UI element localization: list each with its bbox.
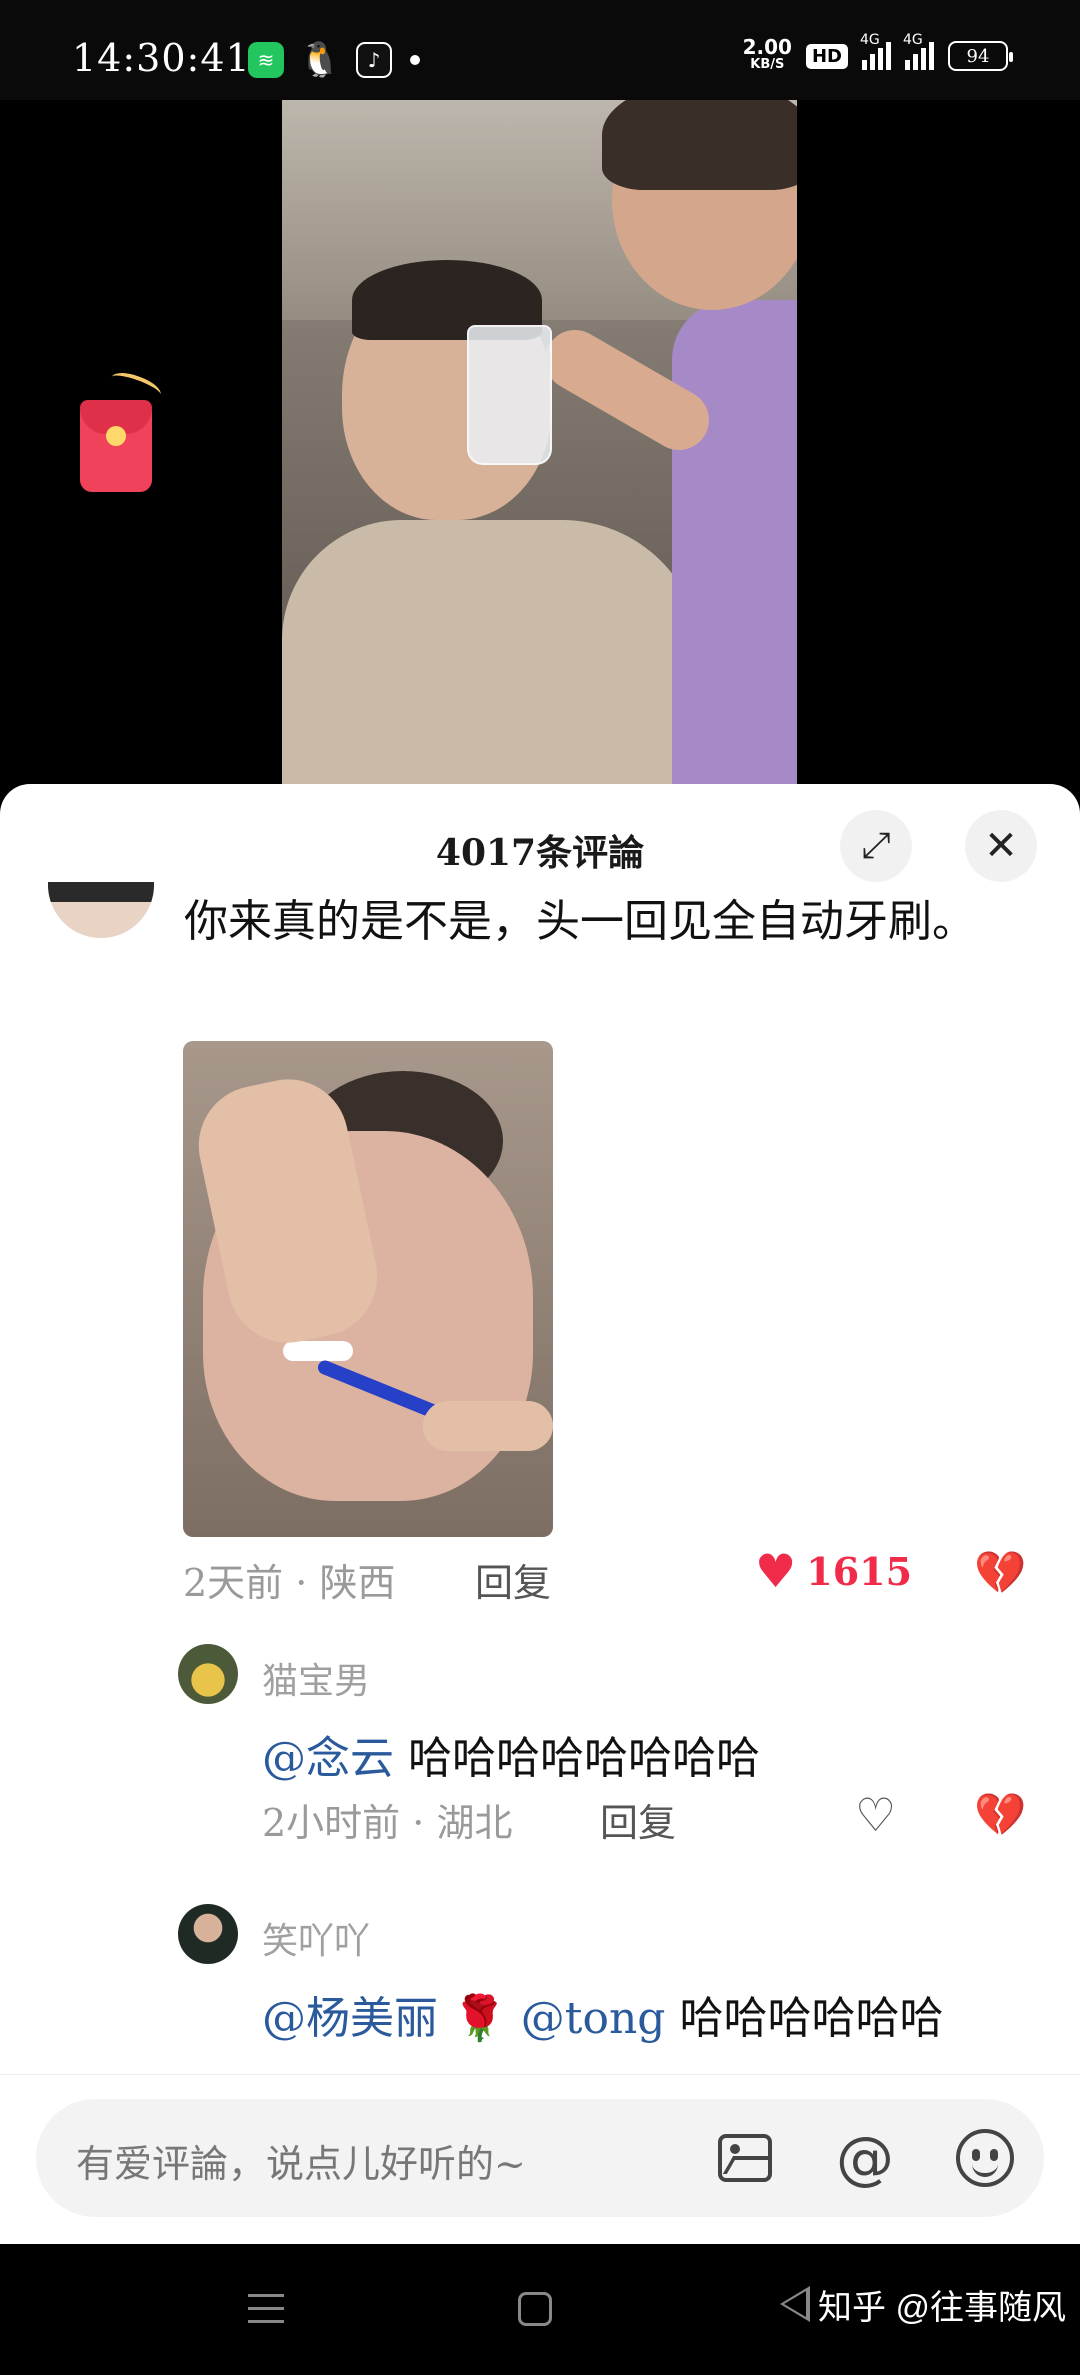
image-icon[interactable] [712,2125,778,2191]
notification-icons: ≋ 🐧 ♪ [248,40,420,80]
reply-text-2: @杨美丽 🌹 @tong 哈哈哈哈哈哈 [262,1982,943,2046]
red-packet-timer-arc [108,367,164,405]
battery-icon: 94 [948,41,1013,71]
comment-reply-button[interactable]: 回复 [475,1552,551,1607]
emoji-icon[interactable] [952,2125,1018,2191]
reply-location: 湖北 [436,1801,513,1845]
reply-mention[interactable]: @念云 [262,1733,394,1784]
tiktok-icon: ♪ [356,42,392,78]
reply-author-avatar[interactable] [178,1644,238,1704]
comment-location: 陕西 [319,1561,396,1605]
signal-icon-2: 4G [903,32,934,70]
expand-button[interactable]: ⤢ [840,810,912,882]
more-notifications-dot [410,55,420,65]
reply-time: 2小时前 [262,1801,401,1845]
status-time: 14:30:41 [72,36,251,80]
reply-mention-1[interactable]: @杨美丽 [262,1993,438,2044]
spotify-icon: ≋ [248,42,284,78]
hd-badge: HD [805,43,848,69]
comment-input-placeholder: 有爱评論，说点儿好听的~ [76,2142,526,2186]
comment-text: 你来真的是不是，头一回见全自动牙刷。 [184,896,976,947]
reply-meta: 2小时前 · 湖北 [262,1801,513,1845]
video-man-shirt [282,520,702,790]
reply-text: @念云 哈哈哈哈哈哈哈哈 [262,1722,760,1786]
reply-content-2: 哈哈哈哈哈哈 [679,1993,944,2044]
red-packet-icon[interactable] [80,400,152,492]
comment-meta: 2天前 · 陕西 [183,1561,396,1605]
signal-icon: 4G [860,32,891,70]
watermark: 知乎 @往事随风 [818,2289,1066,2327]
signal-label: 4G [860,32,880,48]
reply-author-name-2[interactable]: 笑吖吖 [262,1912,370,1964]
battery-level: 94 [966,45,990,67]
broken-heart-icon[interactable]: 💔 [974,1548,1026,1598]
comments-count-title: 4017条评論 [435,832,645,874]
reply-content: 哈哈哈哈哈哈哈哈 [408,1733,760,1784]
status-right: 2.00 KB/S HD 4G 4G 94 [743,32,1013,74]
heart-outline-icon[interactable]: ♡ [855,1788,896,1842]
heart-icon: ♥ [755,1544,797,1598]
comment-time: 2天前 [183,1561,284,1605]
system-nav-bar: 知乎 @往事随风 [0,2244,1080,2375]
video-woman-hair [602,100,797,190]
at-icon[interactable]: @ [832,2124,898,2192]
video-woman-body [672,300,797,790]
comments-sheet: 4017条评論 ⤢ ✕ 你来真的是不是，头一回见全自动牙刷。 2天前 · 陕西 … [0,784,1080,2244]
expand-icon: ⤢ [861,825,891,866]
broken-heart-icon[interactable]: 💔 [974,1790,1026,1840]
comment-image[interactable] [183,1041,553,1537]
home-icon[interactable] [518,2292,552,2326]
comment-input-bar: 有爱评論，说点儿好听的~ @ [0,2074,1080,2244]
comment-like-count: 1615 [806,1548,913,1594]
reply-author-avatar-2[interactable] [178,1904,238,1964]
video-player[interactable] [282,100,797,790]
close-icon: ✕ [984,823,1018,869]
qq-icon: 🐧 [298,40,342,80]
comment-like-button[interactable]: ♥ 1615 [755,1548,912,1594]
signal-label-2: 4G [903,32,923,48]
video-glass [467,325,552,465]
close-button[interactable]: ✕ [965,810,1037,882]
back-icon[interactable] [780,2286,810,2322]
comment-author-avatar[interactable] [48,882,154,938]
menu-icon[interactable] [248,2294,284,2333]
status-bar: 14:30:41 ≋ 🐧 ♪ 2.00 KB/S HD 4G 4G 94 [0,0,1080,100]
comment-input[interactable]: 有爱评論，说点儿好听的~ @ [36,2099,1044,2217]
network-speed: 2.00 KB/S [743,37,792,74]
reply-author-name[interactable]: 猫宝男 [262,1652,370,1704]
rose-emoji: 🌹 [452,1993,507,2044]
reply-reply-button[interactable]: 回复 [600,1792,676,1847]
reply-mention-2[interactable]: @tong [521,1993,666,2044]
